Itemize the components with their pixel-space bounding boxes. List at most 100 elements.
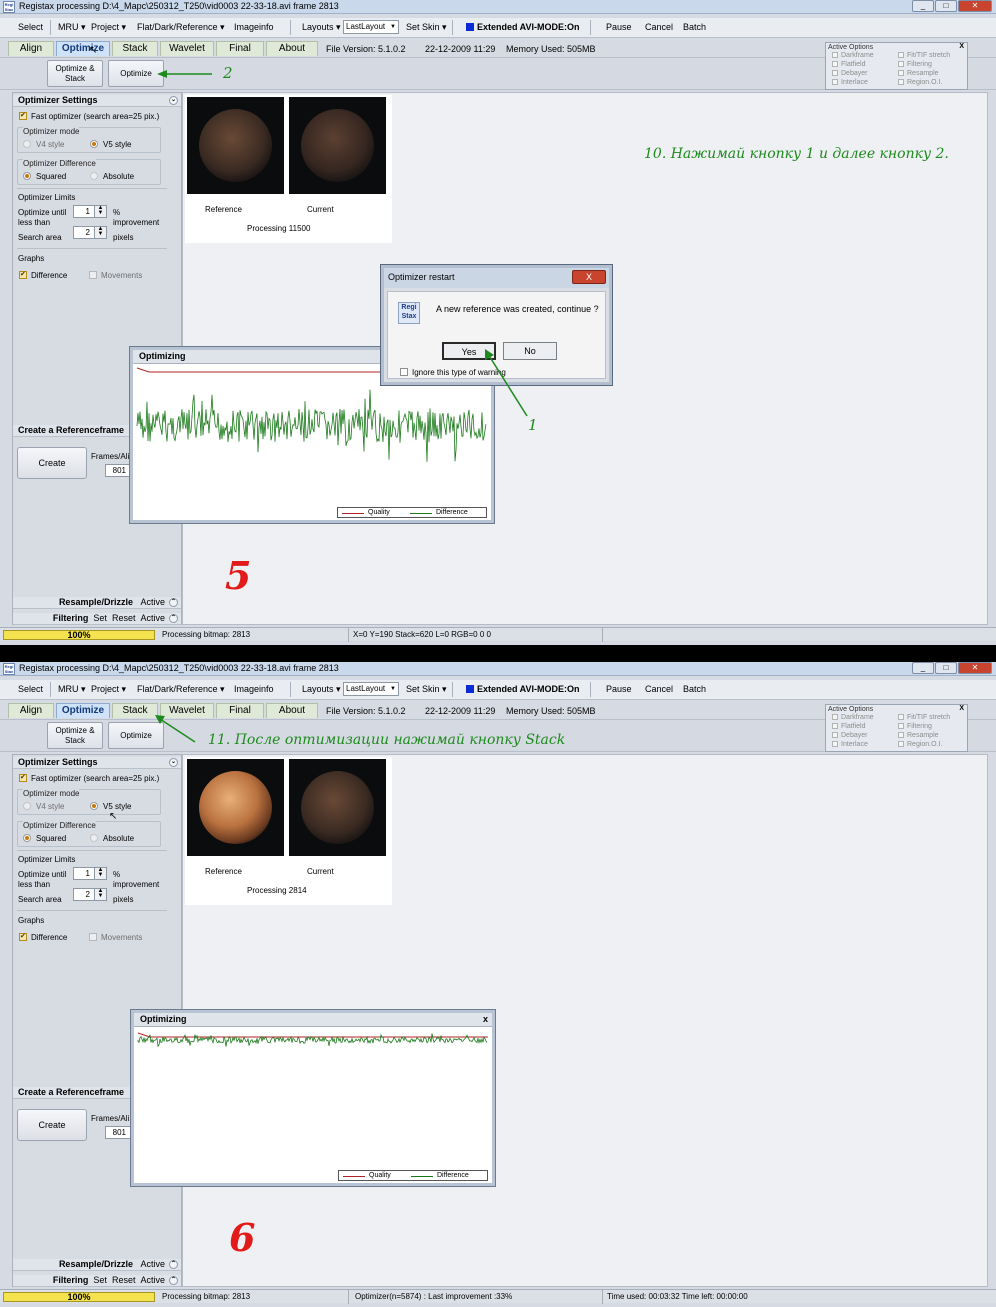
stepper-arrows-icon[interactable]: ▲ ▼ [94,205,106,217]
batch-button[interactable]: Batch [683,22,706,32]
minimize-icon[interactable]: _ [912,662,934,674]
frames-input[interactable]: 801 [105,1126,133,1139]
tab-optimize[interactable]: Optimize [56,41,110,56]
maximize-icon[interactable]: □ [935,0,957,12]
resample-drizzle-header[interactable]: Resample/Drizzle Active ⌃ [13,597,181,609]
stepper-arrows-icon[interactable]: ▲ ▼ [94,867,106,879]
menu-select[interactable]: Select [18,684,43,694]
close-icon[interactable]: X [959,43,964,50]
optimizer-settings-header[interactable]: Optimizer Settings ⌄ [13,757,181,769]
tab-wavelet[interactable]: Wavelet [160,703,214,718]
close-icon[interactable]: x [483,1013,488,1026]
menu-flat-dark-reference[interactable]: Flat/Dark/Reference ▾ [137,684,225,695]
menu-avi-mode[interactable]: Extended AVI-MODE:On [477,684,580,694]
menu-layouts[interactable]: Layouts ▾ [302,684,341,695]
cancel-button[interactable]: Cancel [645,684,673,694]
filtering-set[interactable]: Set [93,613,107,623]
v5-style-radio[interactable] [90,140,98,148]
menu-mru[interactable]: MRU ▾ [58,22,86,33]
menu-project[interactable]: Project ▾ [91,684,126,695]
create-button[interactable]: Create [17,447,87,479]
menu-imageinfo[interactable]: Imageinfo [234,22,274,32]
absolute-radio[interactable] [90,172,98,180]
menu-imageinfo[interactable]: Imageinfo [234,684,274,694]
stepper-arrows-icon[interactable]: ▲ ▼ [94,226,106,238]
filtering-reset[interactable]: Reset [112,613,136,623]
menu-mru[interactable]: MRU ▾ [58,684,86,695]
minimize-icon[interactable]: _ [912,0,934,12]
chevron-down-icon[interactable]: ⌄ [169,96,178,105]
optimize-button[interactable]: Optimize [108,722,164,749]
close-icon[interactable]: ✕ [958,0,992,12]
frames-label: Frames/Ali [91,452,130,461]
difference-checkbox[interactable] [19,932,27,941]
filtering-header[interactable]: Filtering Set Reset Active ⌃ [13,1275,181,1287]
tab-final[interactable]: Final [216,703,264,718]
squared-radio[interactable] [23,172,31,180]
v4-style-radio[interactable] [23,140,31,148]
resample-drizzle-header[interactable]: Resample/Drizzle Active ⌃ [13,1259,181,1271]
pause-button[interactable]: Pause [606,22,632,32]
movements-checkbox[interactable] [89,271,97,279]
close-icon[interactable]: ✕ [958,662,992,674]
menu-select[interactable]: Select [18,22,43,32]
close-icon[interactable]: X [959,705,964,712]
menu-set-skin[interactable]: Set Skin ▾ [406,684,447,695]
frames-input[interactable]: 801 [105,464,133,477]
optimize-button[interactable]: Optimize [108,60,164,87]
tab-about[interactable]: About [266,703,318,718]
maximize-icon[interactable]: □ [935,662,957,674]
ignore-warning-checkbox[interactable] [400,368,408,376]
menu-project[interactable]: Project ▾ [91,22,126,33]
tab-stack[interactable]: Stack [112,703,158,718]
filtering-reset[interactable]: Reset [112,1275,136,1285]
search-area-stepper[interactable]: 2 ▲ ▼ [73,226,107,239]
menu-layouts[interactable]: Layouts ▾ [302,22,341,33]
squared-radio[interactable] [23,834,31,842]
close-icon[interactable]: X [572,270,606,284]
tab-stack[interactable]: Stack [112,41,158,56]
v4-style-radio[interactable] [23,802,31,810]
layout-select[interactable]: LastLayout ▼ [343,682,399,696]
absolute-radio[interactable] [90,834,98,842]
improvement-stepper[interactable]: 1 ▲ ▼ [73,867,107,880]
create-button[interactable]: Create [17,1109,87,1141]
menu-set-skin[interactable]: Set Skin ▾ [406,22,447,33]
tab-align[interactable]: Align [8,703,54,718]
optimize-and-stack-button[interactable]: Optimize & Stack [47,60,103,87]
search-area-stepper[interactable]: 2 ▲ ▼ [73,888,107,901]
fast-optimizer-checkbox[interactable] [19,773,27,782]
batch-button[interactable]: Batch [683,684,706,694]
optimizer-settings-header[interactable]: Optimizer Settings ⌄ [13,95,181,107]
dialog-title-text: Optimizer restart [388,272,455,282]
yes-button[interactable]: Yes [442,342,496,360]
no-button[interactable]: No [503,342,557,360]
chevron-up-icon[interactable]: ⌃ [169,614,178,623]
tab-optimize[interactable]: Optimize [56,703,110,718]
filtering-set[interactable]: Set [93,1275,107,1285]
filtering-header[interactable]: Filtering Set Reset Active ⌃ [13,613,181,625]
fast-optimizer-checkbox[interactable] [19,111,27,120]
menu-avi-mode[interactable]: Extended AVI-MODE:On [477,22,580,32]
v5-style-radio[interactable] [90,802,98,810]
tab-about[interactable]: About [266,41,318,56]
chevron-up-icon[interactable]: ⌃ [169,598,178,607]
stepper-arrows-icon[interactable]: ▲ ▼ [94,888,106,900]
tab-wavelet[interactable]: Wavelet [160,41,214,56]
menu-flat-dark-reference[interactable]: Flat/Dark/Reference ▾ [137,22,225,33]
tab-align[interactable]: Align [8,41,54,56]
tab-final[interactable]: Final [216,41,264,56]
difference-checkbox[interactable] [19,270,27,279]
chevron-up-icon[interactable]: ⌃ [169,1260,178,1269]
improvement-stepper[interactable]: 1 ▲ ▼ [73,205,107,218]
layout-select[interactable]: LastLayout ▼ [343,20,399,34]
current-thumbnail [289,97,386,194]
annotation-number-2: 2 [223,64,233,82]
cancel-button[interactable]: Cancel [645,22,673,32]
graph-title-text: Optimizing [140,1014,187,1024]
pause-button[interactable]: Pause [606,684,632,694]
chevron-up-icon[interactable]: ⌃ [169,1276,178,1285]
movements-checkbox[interactable] [89,933,97,941]
chevron-down-icon[interactable]: ⌄ [169,758,178,767]
optimize-and-stack-button[interactable]: Optimize & Stack [47,722,103,749]
